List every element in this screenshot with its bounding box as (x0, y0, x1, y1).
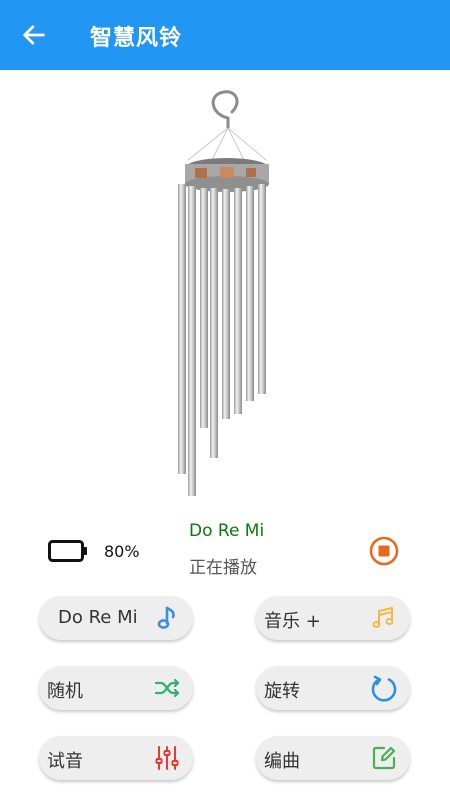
rotate-button[interactable]: 旋转 (256, 666, 410, 710)
current-song-name: Do Re Mi (189, 521, 265, 541)
equalizer-icon (155, 746, 179, 770)
stop-icon[interactable] (369, 536, 399, 566)
test-sound-label: 试音 (47, 751, 83, 772)
test-sound-button[interactable]: 试音 (39, 736, 193, 780)
battery-icon (48, 540, 87, 562)
rotate-icon (371, 675, 397, 702)
do-re-mi-label: Do Re Mi (58, 607, 138, 628)
music-add-button[interactable]: 音乐 + (256, 596, 410, 640)
random-label: 随机 (47, 681, 83, 702)
music-add-label: 音乐 + (264, 611, 321, 632)
music-notes-icon (372, 607, 394, 628)
compose-button[interactable]: 编曲 (256, 736, 410, 780)
battery-percent: 80% (104, 542, 140, 561)
music-note-icon (157, 606, 175, 629)
app-bar: 智慧风铃 (0, 0, 450, 70)
page-title: 智慧风铃 (90, 26, 183, 51)
play-status: 正在播放 (189, 558, 257, 578)
wind-chime-image (178, 90, 269, 496)
do-re-mi-button[interactable]: Do Re Mi (39, 596, 193, 640)
edit-icon (372, 746, 396, 770)
arrow-left-icon[interactable] (20, 21, 48, 49)
shuffle-icon (154, 678, 180, 698)
random-button[interactable]: 随机 (39, 666, 193, 710)
rotate-label: 旋转 (264, 681, 300, 702)
compose-label: 编曲 (264, 751, 300, 772)
